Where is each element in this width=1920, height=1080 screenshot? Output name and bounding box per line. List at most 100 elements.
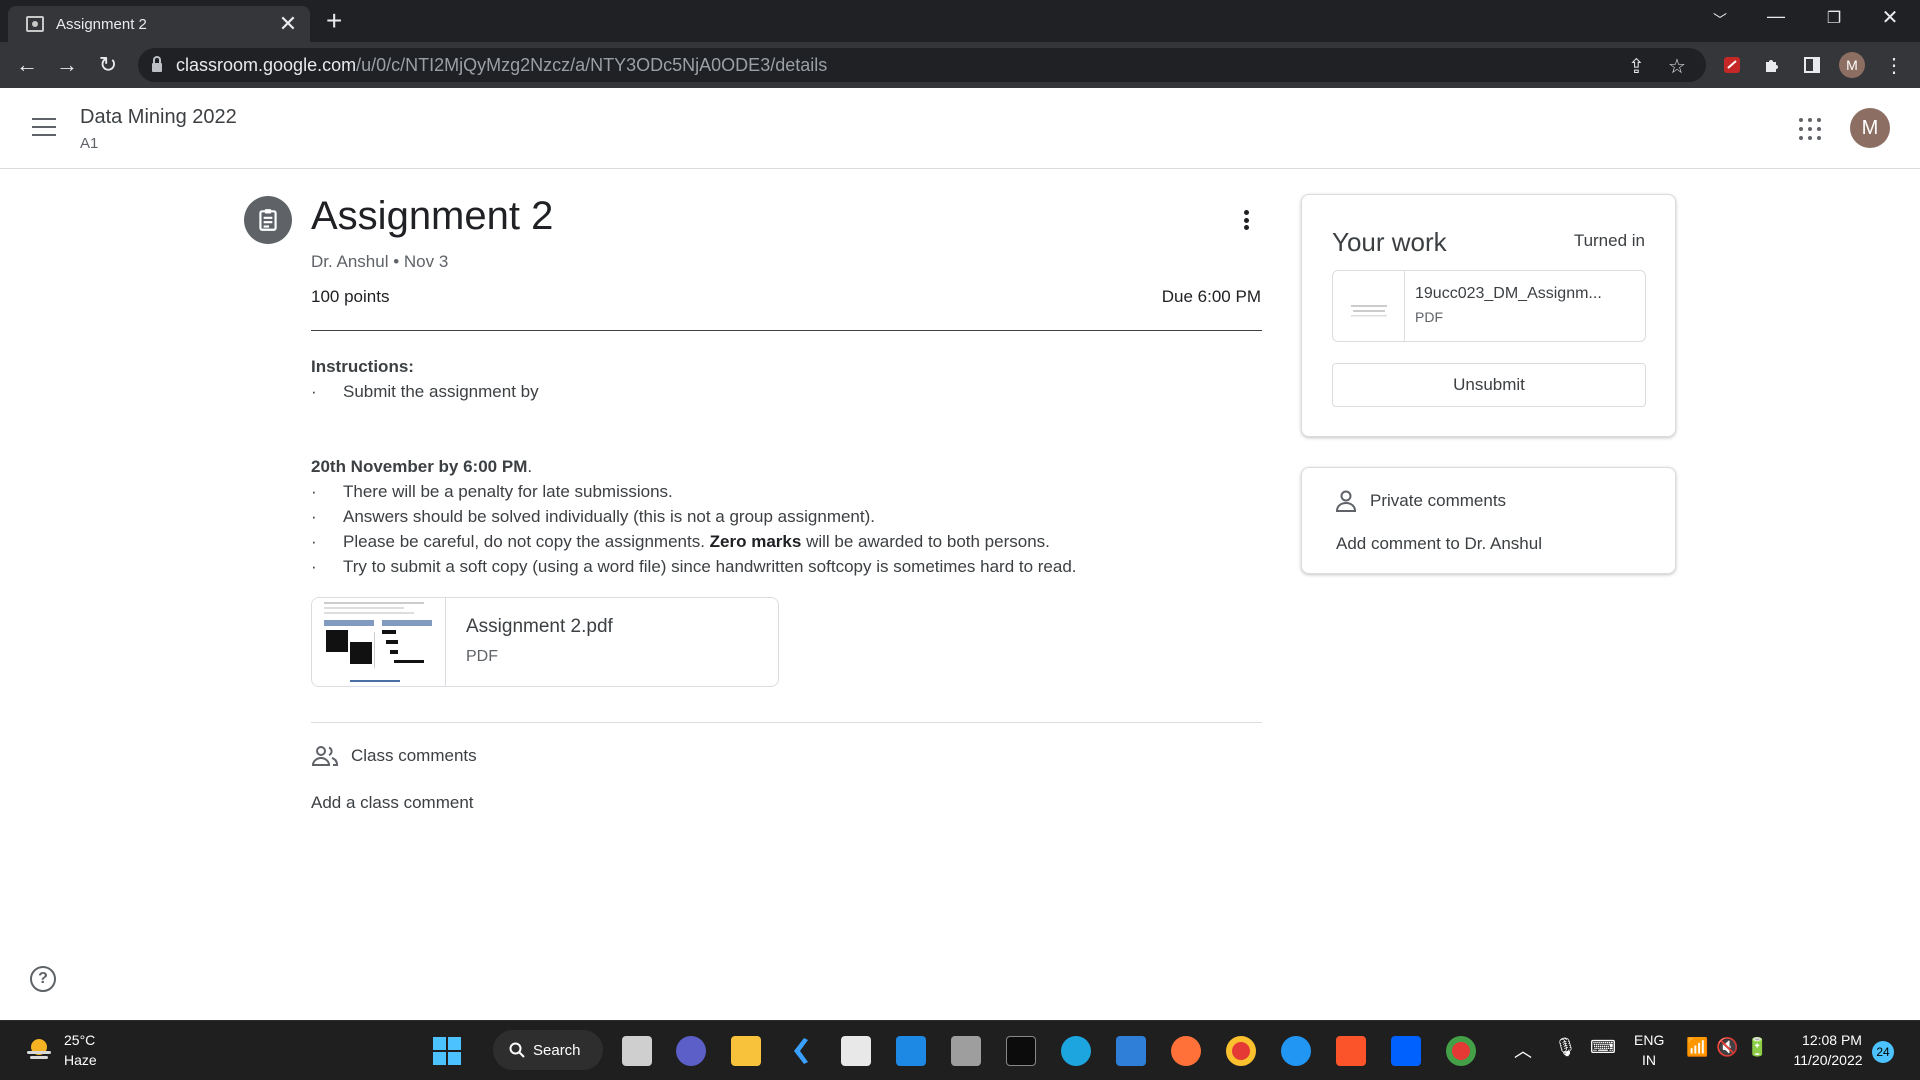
vscode-like-icon[interactable] (786, 1036, 816, 1066)
file-explorer-icon[interactable] (731, 1036, 761, 1066)
attachment-card[interactable]: Assignment 2.pdf PDF (311, 597, 779, 687)
tab-close-icon[interactable]: ✕ (276, 13, 300, 35)
brave-browser-icon[interactable] (1336, 1036, 1366, 1066)
weather-haze-icon[interactable] (24, 1035, 54, 1065)
more-vert-icon[interactable] (1236, 206, 1256, 234)
input-language[interactable]: ENG (1634, 1032, 1664, 1048)
bookmark-star-icon[interactable]: ☆ (1668, 54, 1686, 79)
unsubmit-button[interactable]: Unsubmit (1332, 363, 1646, 407)
submitted-file-type: PDF (1415, 309, 1443, 325)
microphone-icon[interactable]: 🎙 (1554, 1037, 1577, 1058)
task-view-icon[interactable] (622, 1036, 652, 1066)
extensions-puzzle-icon[interactable] (1758, 51, 1786, 79)
clock-time[interactable]: 12:08 PM (1794, 1032, 1870, 1048)
minimize-window-icon[interactable]: — (1748, 6, 1804, 27)
browser-tab[interactable]: Assignment 2 ✕ (8, 6, 310, 42)
bullet-dot: · (311, 532, 317, 551)
get-help-icon[interactable] (1281, 1036, 1311, 1066)
deadline-tail: . (527, 457, 533, 476)
tab-search-chevron-icon[interactable]: ﹀ (1692, 10, 1748, 30)
instruction-text: Submit the assignment by (343, 382, 539, 401)
bullet-dot: · (311, 507, 317, 526)
battery-icon[interactable]: 🔋 (1746, 1037, 1768, 1058)
chrome-icon[interactable] (1226, 1036, 1256, 1066)
bullet-dot: · (311, 557, 317, 576)
firefox-icon[interactable] (1171, 1036, 1201, 1066)
microsoft-store-icon[interactable] (841, 1036, 871, 1066)
attachment-thumbnail (312, 598, 446, 686)
close-window-icon[interactable]: ✕ (1862, 5, 1918, 30)
assignment-due: Due 6:00 PM (1161, 287, 1261, 306)
wifi-icon[interactable]: 📶 (1686, 1037, 1708, 1058)
assignment-title: Assignment 2 (311, 194, 554, 238)
instruction-text: Try to submit a soft copy (using a word … (343, 557, 1077, 576)
assignment-clipboard-icon (244, 196, 292, 244)
classroom-favicon-icon (26, 16, 44, 32)
private-comments-label: Private comments (1370, 491, 1507, 510)
restore-window-icon[interactable]: ❐ (1806, 8, 1862, 28)
class-comments-header: Class comments (311, 745, 477, 767)
account-avatar[interactable]: M (1850, 108, 1890, 148)
weather-description[interactable]: Haze (64, 1052, 97, 1068)
private-comments-card: Private comments Add comment to Dr. Ansh… (1301, 467, 1676, 574)
weather-temperature[interactable]: 25°C (64, 1032, 95, 1048)
course-title[interactable]: Data Mining 2022 (80, 106, 237, 129)
share-icon[interactable]: ⇪ (1628, 54, 1645, 79)
side-panel-icon[interactable] (1798, 51, 1826, 79)
apps-grid-icon[interactable] (1799, 118, 1821, 140)
browser-toolbar: ← → ↻ classroom.google.com/u/0/c/NTI2MjQ… (0, 42, 1920, 88)
notepad-icon[interactable] (1116, 1036, 1146, 1066)
assignment-instructions: Instructions: · Submit the assignment by… (311, 354, 1262, 579)
forward-arrow-icon[interactable]: → (52, 50, 82, 80)
instruction-text: Answers should be solved individually (t… (343, 507, 875, 526)
input-region[interactable]: IN (1642, 1052, 1656, 1068)
main-menu-icon[interactable] (32, 118, 56, 136)
zero-marks-bold: Zero marks (709, 532, 802, 551)
lock-icon[interactable] (152, 55, 162, 72)
your-work-card: Your work Turned in 19ucc023_DM_Assignm.… (1301, 194, 1676, 437)
deadline-line: 20th November by 6:00 PM. (311, 454, 1262, 479)
careful-pre: Please be careful, do not copy the assig… (343, 532, 710, 551)
submitted-file-thumbnail (1333, 271, 1405, 341)
title-divider (311, 330, 1262, 331)
browser-profile-avatar[interactable]: M (1839, 52, 1865, 78)
attachment-name: Assignment 2.pdf (466, 616, 613, 637)
deadline-bold: 20th November by 6:00 PM (311, 457, 528, 476)
clock-date[interactable]: 11/20/2022 (1786, 1052, 1870, 1068)
remote-desktop-icon[interactable] (896, 1036, 926, 1066)
add-private-comment-link[interactable]: Add comment to Dr. Anshul (1336, 534, 1542, 554)
meta-separator: • (388, 252, 404, 271)
terminal-icon[interactable] (1006, 1036, 1036, 1066)
submitted-file-card[interactable]: 19ucc023_DM_Assignm... PDF (1332, 270, 1646, 342)
browser-menu-icon[interactable]: ⋮ (1880, 51, 1908, 79)
help-icon[interactable]: ? (30, 966, 56, 992)
extension-red-icon[interactable] (1718, 51, 1746, 79)
volume-muted-icon[interactable]: 🔇 (1716, 1037, 1738, 1058)
reload-icon[interactable]: ↻ (93, 50, 123, 80)
dropbox-icon[interactable] (1391, 1036, 1421, 1066)
attachment-type: PDF (466, 648, 498, 665)
add-class-comment-link[interactable]: Add a class comment (311, 793, 474, 813)
edge-browser-icon[interactable] (1061, 1036, 1091, 1066)
calculator-icon[interactable] (951, 1036, 981, 1066)
back-arrow-icon[interactable]: ← (12, 50, 42, 80)
instruction-item: · Please be careful, do not copy the ass… (311, 529, 1262, 554)
new-tab-button[interactable]: + (326, 7, 342, 35)
browser-tabstrip: Assignment 2 ✕ + ﹀ — ❐ ✕ (0, 0, 1920, 42)
bullet-dot: · (311, 482, 317, 501)
touch-keyboard-icon[interactable]: ⌨ (1590, 1037, 1616, 1058)
assignment-author: Dr. Anshul (311, 252, 389, 271)
search-label: Search (533, 1041, 581, 1059)
private-comments-header: Private comments (1336, 490, 1506, 512)
windows-taskbar: 25°C Haze Search ︿ 🎙 ⌨ ENG IN 📶 🔇 🔋 12:0… (0, 1020, 1920, 1080)
address-bar[interactable]: classroom.google.com/u/0/c/NTI2MjQyMzg2N… (138, 48, 1706, 82)
teams-chat-icon[interactable] (676, 1036, 706, 1066)
submitted-file-name: 19ucc023_DM_Assignm... (1415, 285, 1602, 302)
chrome-active-icon[interactable] (1446, 1036, 1476, 1066)
windows-start-icon[interactable] (432, 1036, 462, 1066)
class-comments-label: Class comments (351, 746, 477, 765)
notification-count-badge[interactable]: 24 (1872, 1041, 1894, 1063)
show-hidden-icons-icon[interactable]: ︿ (1514, 1037, 1532, 1063)
course-section: A1 (80, 135, 99, 152)
taskbar-search[interactable]: Search (493, 1030, 603, 1070)
